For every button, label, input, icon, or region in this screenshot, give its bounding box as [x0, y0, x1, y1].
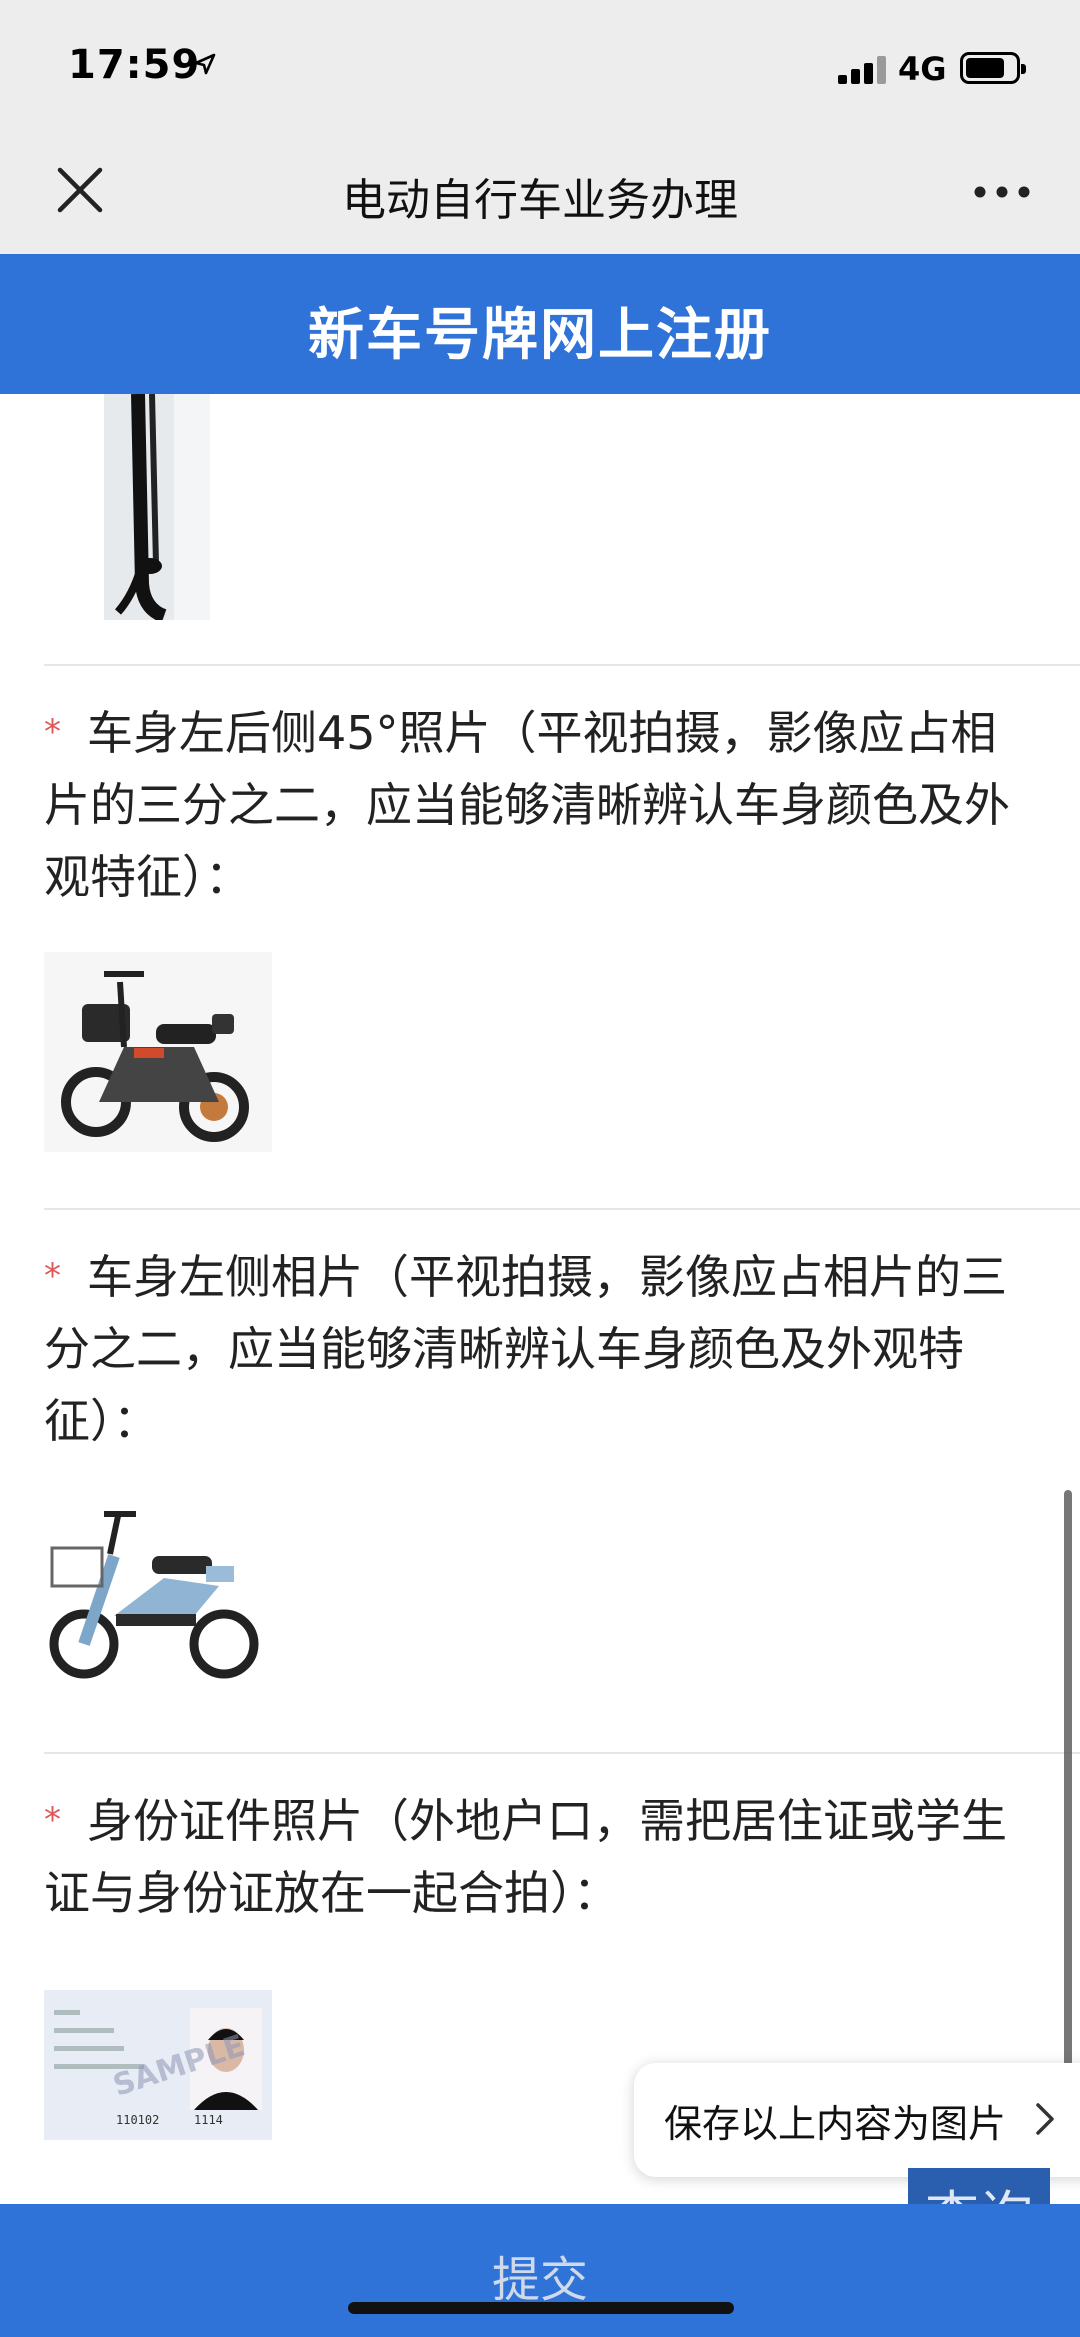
id-number-right: 1114 — [194, 2113, 223, 2127]
id-number-left: 110102 — [116, 2113, 159, 2127]
nav-title: 电动自行车业务办理 — [342, 175, 738, 226]
signal-icon — [838, 56, 888, 84]
status-bar: 17:59 4G — [0, 0, 1080, 130]
sample-photo-left-side[interactable] — [44, 1496, 272, 1696]
battery-icon — [960, 52, 1026, 84]
save-as-image-button[interactable]: 保存以上内容为图片 — [634, 2063, 1080, 2177]
location-arrow-icon — [194, 53, 216, 75]
submit-button[interactable]: 提交 — [0, 2204, 1080, 2337]
required-mark: * — [44, 1800, 61, 1840]
chevron-right-icon — [1036, 2103, 1054, 2135]
status-time: 17:59 — [68, 42, 201, 88]
field-label-id-card: * 身份证件照片（外地户口，需把居住证或学生证与身份证放在一起合拍）： — [44, 1794, 1007, 1920]
network-type: 4G — [898, 50, 947, 88]
page-title: 新车号牌网上注册 — [308, 303, 772, 368]
page-header: 新车号牌网上注册 — [0, 254, 1080, 394]
nav-bar: 电动自行车业务办理 — [0, 130, 1080, 254]
divider — [44, 1752, 1080, 1754]
divider — [44, 664, 1080, 666]
more-icon[interactable] — [972, 182, 1032, 202]
form-content[interactable]: * 车身左后侧45°照片（平视拍摄，影像应占相片的三分之二，应当能够清晰辨认车身颜… — [0, 394, 1080, 2204]
submit-label: 提交 — [491, 2252, 588, 2308]
field-label-left-rear-45: * 车身左后侧45°照片（平视拍摄，影像应占相片的三分之二，应当能够清晰辨认车身颜… — [44, 706, 1010, 904]
sample-photo-id-card[interactable]: SAMPLE 110102 1114 — [44, 1990, 272, 2140]
uploaded-photo-front[interactable] — [104, 394, 210, 620]
divider — [44, 1208, 1080, 1210]
scrollbar[interactable] — [1064, 1490, 1072, 2090]
required-mark: * — [44, 1256, 61, 1296]
save-as-image-label: 保存以上内容为图片 — [664, 2102, 1007, 2146]
home-indicator — [348, 2302, 734, 2314]
required-mark: * — [44, 712, 61, 752]
field-label-left-side: * 车身左侧相片（平视拍摄，影像应占相片的三分之二，应当能够清晰辨认车身颜色及外观… — [44, 1250, 1007, 1448]
sample-photo-left-rear[interactable] — [44, 952, 272, 1152]
